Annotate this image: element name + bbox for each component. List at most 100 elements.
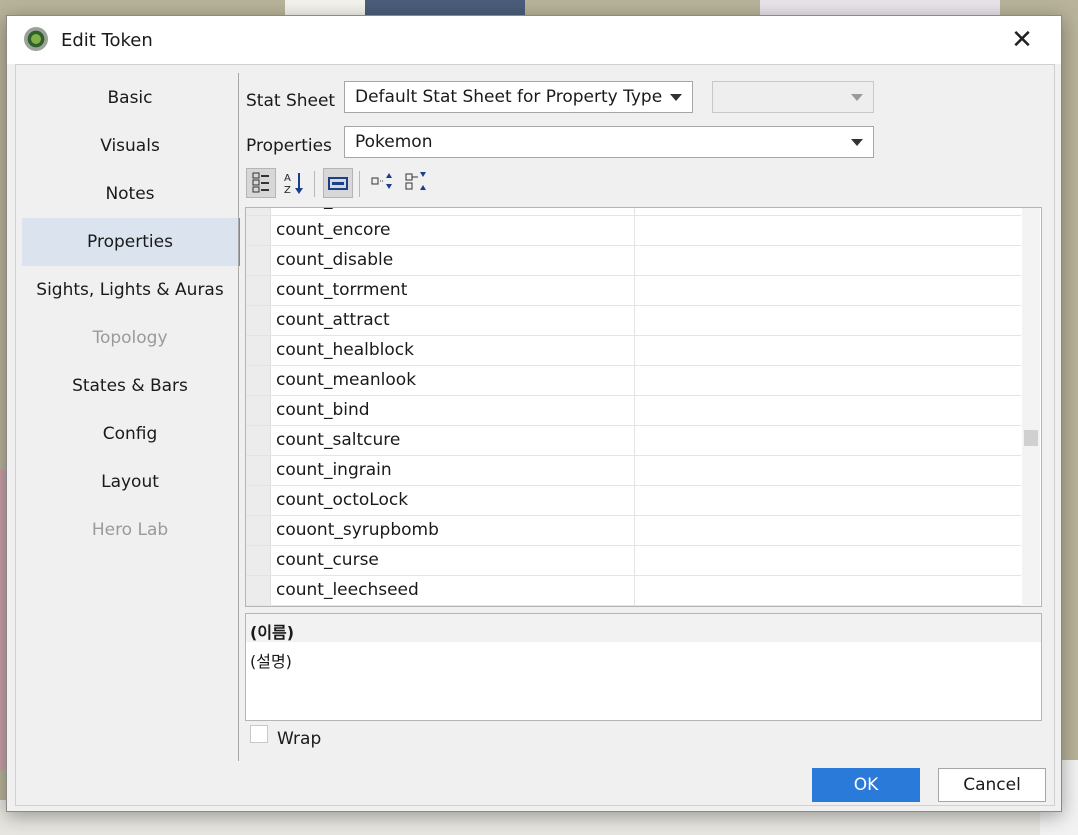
table-row[interactable]: count_ingrain bbox=[246, 456, 1021, 486]
table-scrollbar[interactable] bbox=[1022, 208, 1040, 606]
svg-text:A: A bbox=[284, 173, 291, 184]
table-row[interactable]: count_disable bbox=[246, 246, 1021, 276]
wrap-checkbox[interactable] bbox=[250, 725, 268, 743]
sidebar-item-states-bars[interactable]: States & Bars bbox=[22, 362, 238, 410]
property-value-cell[interactable] bbox=[634, 366, 1022, 395]
svg-text:Z: Z bbox=[284, 185, 291, 196]
row-gutter bbox=[246, 366, 271, 395]
stat-sheet-label: Stat Sheet bbox=[246, 91, 336, 111]
chevron-down-icon bbox=[851, 139, 863, 146]
property-type-select[interactable]: Pokemon bbox=[344, 126, 874, 158]
cancel-button[interactable]: Cancel bbox=[938, 768, 1046, 802]
property-name: count_disable bbox=[276, 250, 394, 270]
expand-all-button[interactable] bbox=[368, 168, 398, 198]
show-description-icon bbox=[328, 177, 348, 190]
sidebar-item-properties[interactable]: Properties bbox=[22, 218, 240, 266]
stat-sheet-select[interactable]: Default Stat Sheet for Property Type bbox=[344, 81, 693, 113]
row-gutter bbox=[246, 276, 271, 305]
description-panel: (이름) (설명) bbox=[245, 613, 1042, 721]
table-row[interactable]: count_torrment bbox=[246, 276, 1021, 306]
property-value-cell[interactable] bbox=[634, 456, 1022, 485]
row-gutter bbox=[246, 208, 271, 215]
property-name: count_healblock bbox=[276, 340, 414, 360]
table-row[interactable]: count_leechseed bbox=[246, 576, 1021, 606]
background-image bbox=[365, 0, 525, 16]
table-row[interactable]: couont_syrupbomb bbox=[246, 516, 1021, 546]
stat-sheet-secondary-select[interactable] bbox=[712, 81, 874, 113]
table-row[interactable]: count_encore bbox=[246, 216, 1021, 246]
property-value-cell[interactable] bbox=[634, 486, 1022, 515]
property-name: count_leechseed bbox=[276, 580, 419, 600]
sort-alphabetical-button[interactable]: A Z bbox=[280, 168, 310, 198]
row-gutter bbox=[246, 216, 271, 245]
ok-button[interactable]: OK bbox=[812, 768, 920, 802]
table-row[interactable]: count_curse bbox=[246, 546, 1021, 576]
property-value-cell[interactable] bbox=[634, 546, 1022, 575]
property-value-cell[interactable] bbox=[634, 208, 1022, 215]
property-value-cell[interactable] bbox=[634, 276, 1022, 305]
property-name: count_bind bbox=[276, 400, 370, 420]
property-value-cell[interactable] bbox=[634, 246, 1022, 275]
collapse-all-icon bbox=[405, 172, 426, 190]
wrap-label[interactable]: Wrap bbox=[277, 729, 321, 749]
row-gutter bbox=[246, 546, 271, 575]
show-description-button[interactable] bbox=[323, 168, 353, 198]
sidebar-item-topology[interactable]: Topology bbox=[22, 314, 238, 362]
property-name: count_taunt bbox=[276, 208, 378, 210]
expand-all-icon bbox=[371, 173, 392, 189]
close-button[interactable]: ✕ bbox=[1003, 24, 1041, 56]
toolbar-divider bbox=[359, 171, 360, 197]
row-gutter bbox=[246, 456, 271, 485]
row-gutter bbox=[246, 396, 271, 425]
table-row[interactable]: count_meanlook bbox=[246, 366, 1021, 396]
edit-token-dialog: Edit Token ✕ Basic Visuals Notes Propert… bbox=[6, 15, 1062, 812]
property-name: count_meanlook bbox=[276, 370, 417, 390]
sidebar-item-sights-lights-auras[interactable]: Sights, Lights & Auras bbox=[22, 266, 238, 314]
categorized-view-icon bbox=[252, 172, 269, 193]
sidebar-divider bbox=[238, 73, 239, 761]
sidebar-item-hero-lab[interactable]: Hero Lab bbox=[22, 506, 238, 554]
scrollbar-thumb[interactable] bbox=[1024, 430, 1038, 446]
sidebar-item-layout[interactable]: Layout bbox=[22, 458, 238, 506]
table-row[interactable]: count_saltcure bbox=[246, 426, 1021, 456]
table-row[interactable]: count_healblock bbox=[246, 336, 1021, 366]
description-title-bar: (이름) bbox=[246, 614, 1041, 642]
property-value-cell[interactable] bbox=[634, 516, 1022, 545]
property-name: count_ingrain bbox=[276, 460, 392, 480]
property-value-cell[interactable] bbox=[634, 426, 1022, 455]
table-row[interactable]: count_attract bbox=[246, 306, 1021, 336]
sidebar-item-config[interactable]: Config bbox=[22, 410, 238, 458]
table-row[interactable]: count_octoLock bbox=[246, 486, 1021, 516]
property-value-cell[interactable] bbox=[634, 576, 1022, 605]
row-gutter bbox=[246, 426, 271, 455]
categorized-view-button[interactable] bbox=[246, 168, 276, 198]
property-name: couont_syrupbomb bbox=[276, 520, 439, 540]
chevron-down-icon bbox=[851, 94, 863, 101]
row-gutter bbox=[246, 576, 271, 605]
table-row[interactable]: count_bind bbox=[246, 396, 1021, 426]
property-name: count_encore bbox=[276, 220, 391, 240]
description-text: (설명) bbox=[250, 652, 292, 671]
property-table[interactable]: count_taunt count_encore count_disable c… bbox=[245, 207, 1042, 607]
sort-alphabetical-icon: A Z bbox=[284, 173, 303, 196]
row-gutter bbox=[246, 336, 271, 365]
property-value-cell[interactable] bbox=[634, 336, 1022, 365]
property-name: count_curse bbox=[276, 550, 379, 570]
sidebar: Basic Visuals Notes Properties Sights, L… bbox=[16, 65, 240, 755]
property-value-cell[interactable] bbox=[634, 396, 1022, 425]
row-gutter bbox=[246, 516, 271, 545]
row-gutter bbox=[246, 486, 271, 515]
toolbar-divider bbox=[314, 171, 315, 197]
row-gutter bbox=[246, 306, 271, 335]
dialog-title: Edit Token bbox=[61, 30, 153, 51]
sidebar-item-basic[interactable]: Basic bbox=[22, 74, 238, 122]
property-name: count_octoLock bbox=[276, 490, 409, 510]
sidebar-item-notes[interactable]: Notes bbox=[22, 170, 238, 218]
property-value-cell[interactable] bbox=[634, 306, 1022, 335]
properties-label: Properties bbox=[246, 136, 332, 156]
dialog-body: Basic Visuals Notes Properties Sights, L… bbox=[15, 64, 1055, 806]
sidebar-item-visuals[interactable]: Visuals bbox=[22, 122, 238, 170]
collapse-all-button[interactable] bbox=[402, 168, 432, 198]
property-value-cell[interactable] bbox=[634, 216, 1022, 245]
table-row[interactable]: count_taunt bbox=[246, 208, 1022, 216]
